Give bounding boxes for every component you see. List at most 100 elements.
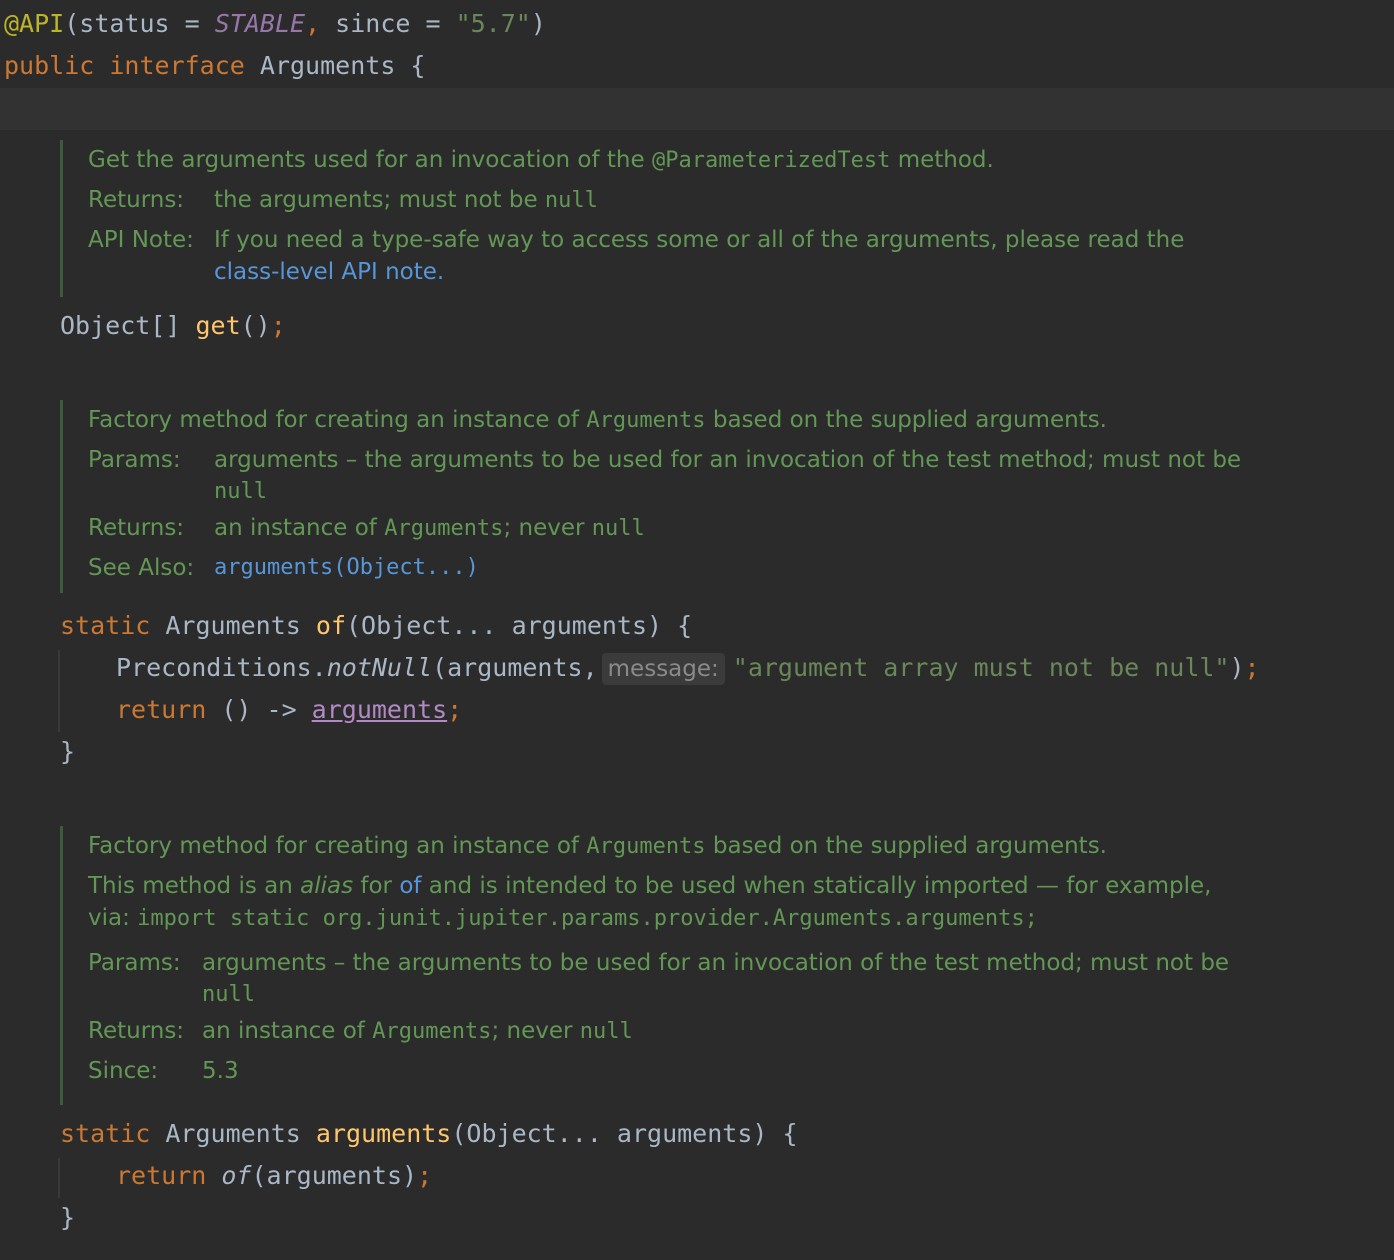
stable-constant[interactable]: STABLE (215, 9, 305, 38)
return-type[interactable]: Arguments (150, 1119, 316, 1148)
returns-label: Returns: (88, 1018, 185, 1044)
semicolon: ; (270, 311, 286, 340)
keyword-public: public (4, 51, 95, 80)
doc-text: the arguments; must not be (214, 187, 545, 213)
doc-text: for (353, 873, 400, 899)
return-of-line: return of(arguments); (116, 1159, 432, 1193)
doc-code: null (544, 188, 598, 213)
doc-returns: Returns: the arguments; must not be null (88, 180, 1184, 220)
return-type[interactable]: Object[] (60, 311, 195, 340)
doc-code: @ParameterizedTest (651, 148, 891, 173)
annotation-name[interactable]: @API (4, 9, 64, 38)
close-brace: } (60, 1203, 76, 1232)
interface-declaration: public interface Arguments { (4, 49, 425, 83)
keyword-return: return (116, 1161, 207, 1190)
return-type[interactable]: Arguments (150, 611, 316, 640)
return-lambda-line: return () -> arguments; (116, 693, 462, 727)
since-label: Since: (88, 1058, 159, 1084)
interface-name[interactable]: Arguments (260, 51, 395, 80)
returns-label: Returns: (88, 187, 185, 213)
method-arguments[interactable]: arguments (316, 1119, 451, 1148)
semicolon: ; (417, 1161, 433, 1190)
alias-line: This method is an alias for of and is in… (88, 870, 1229, 902)
lambda: () -> (206, 695, 312, 724)
doc-code: Arguments (384, 516, 504, 541)
doc-params: Params: arguments – the arguments to be u… (88, 444, 1241, 508)
indent-guide (58, 650, 60, 732)
parameters: (Object... arguments) { (346, 611, 693, 640)
semicolon: ; (1244, 653, 1260, 682)
version-string: "5.7" (455, 9, 531, 38)
doc-text: This method is an (88, 873, 301, 899)
annotation-open: (status = (64, 9, 215, 38)
call-args: (arguments) (251, 1161, 418, 1190)
doc-text: ; never (503, 515, 592, 541)
keyword-static: static (60, 1119, 151, 1148)
indent-guide (58, 1158, 60, 1198)
javadoc-of: Factory method for creating an instance … (60, 400, 1241, 593)
parameter-hint: message: (601, 653, 725, 685)
call-args: (arguments, (432, 653, 598, 682)
of-link[interactable]: of (399, 873, 421, 899)
paren-close: ) (1229, 653, 1245, 682)
params-label: Params: (88, 950, 181, 976)
doc-summary: Factory method for creating an instance … (88, 826, 1229, 866)
keyword-return: return (116, 695, 207, 724)
doc-summary: Get the arguments used for an invocation… (88, 140, 1184, 180)
doc-code: Arguments (586, 834, 706, 859)
doc-alias-paragraph: This method is an alias for of and is in… (88, 870, 1229, 935)
message-string: "argument array must not be null" (732, 653, 1230, 682)
doc-code: null (579, 1019, 633, 1044)
api-note-label: API Note: (88, 227, 194, 253)
doc-params: Params: arguments – the arguments to be u… (88, 947, 1229, 1011)
doc-code: null (214, 479, 267, 504)
annotation-since: since = (320, 9, 456, 38)
arguments-reference[interactable]: arguments (312, 695, 447, 724)
see-also-label: See Also: (88, 555, 195, 581)
doc-text: Factory method for creating an instance … (88, 833, 587, 859)
method-notnull[interactable]: notNull (327, 653, 432, 682)
api-annotation-line: @API(status = STABLE, since = "5.7") (4, 7, 546, 41)
doc-code: null (591, 516, 645, 541)
method-of[interactable]: of (316, 611, 346, 640)
keyword-interface: interface (109, 51, 245, 80)
doc-api-note: API Note: If you need a type-safe way to … (88, 224, 1184, 288)
annotation-comma: , (305, 9, 321, 38)
arguments-method-signature: static Arguments arguments(Object... arg… (60, 1117, 798, 1151)
get-method-line: Object[] get(); (60, 309, 286, 343)
preconditions-class[interactable]: Preconditions. (116, 653, 327, 682)
params-text: arguments – the arguments to be used for… (202, 950, 1230, 976)
close-brace: } (60, 737, 76, 766)
see-also-link[interactable]: arguments(Object...) (214, 548, 479, 588)
doc-text: based on the supplied arguments. (705, 833, 1107, 859)
import-code: import static org.junit.jupiter.params.p… (137, 906, 1038, 931)
doc-code: Arguments (372, 1019, 492, 1044)
current-line-highlight (0, 88, 1394, 130)
returns-label: Returns: (88, 515, 185, 541)
doc-text: via: (88, 905, 138, 931)
doc-text: Factory method for creating an instance … (88, 407, 587, 433)
doc-emphasis: alias (300, 873, 354, 899)
since-value: 5.3 (202, 1058, 239, 1084)
api-note-link[interactable]: class-level API note. (214, 256, 1184, 288)
doc-text: an instance of (214, 515, 385, 541)
doc-code: null (202, 982, 255, 1007)
doc-returns: Returns: an instance of Arguments; never … (88, 1011, 1229, 1051)
of-call[interactable]: of (221, 1161, 251, 1190)
doc-see-also: See Also: arguments(Object...) (88, 548, 1241, 588)
interface-brace: { (395, 51, 426, 80)
parens: () (240, 311, 271, 340)
method-get[interactable]: get (195, 311, 240, 340)
doc-text: Get the arguments used for an invocation… (88, 147, 652, 173)
doc-text: based on the supplied arguments. (705, 407, 1107, 433)
doc-returns: Returns: an instance of Arguments; never … (88, 508, 1241, 548)
params-label: Params: (88, 447, 181, 473)
import-line: via: import static org.junit.jupiter.par… (88, 902, 1229, 935)
doc-text: and is intended to be used when statical… (421, 873, 1212, 899)
semicolon: ; (447, 695, 463, 724)
keyword-static: static (60, 611, 151, 640)
of-method-signature: static Arguments of(Object... arguments)… (60, 609, 692, 643)
precondition-line: Preconditions.notNull(arguments, message:… (116, 651, 1260, 685)
doc-code: Arguments (586, 408, 706, 433)
parameters: (Object... arguments) { (451, 1119, 798, 1148)
